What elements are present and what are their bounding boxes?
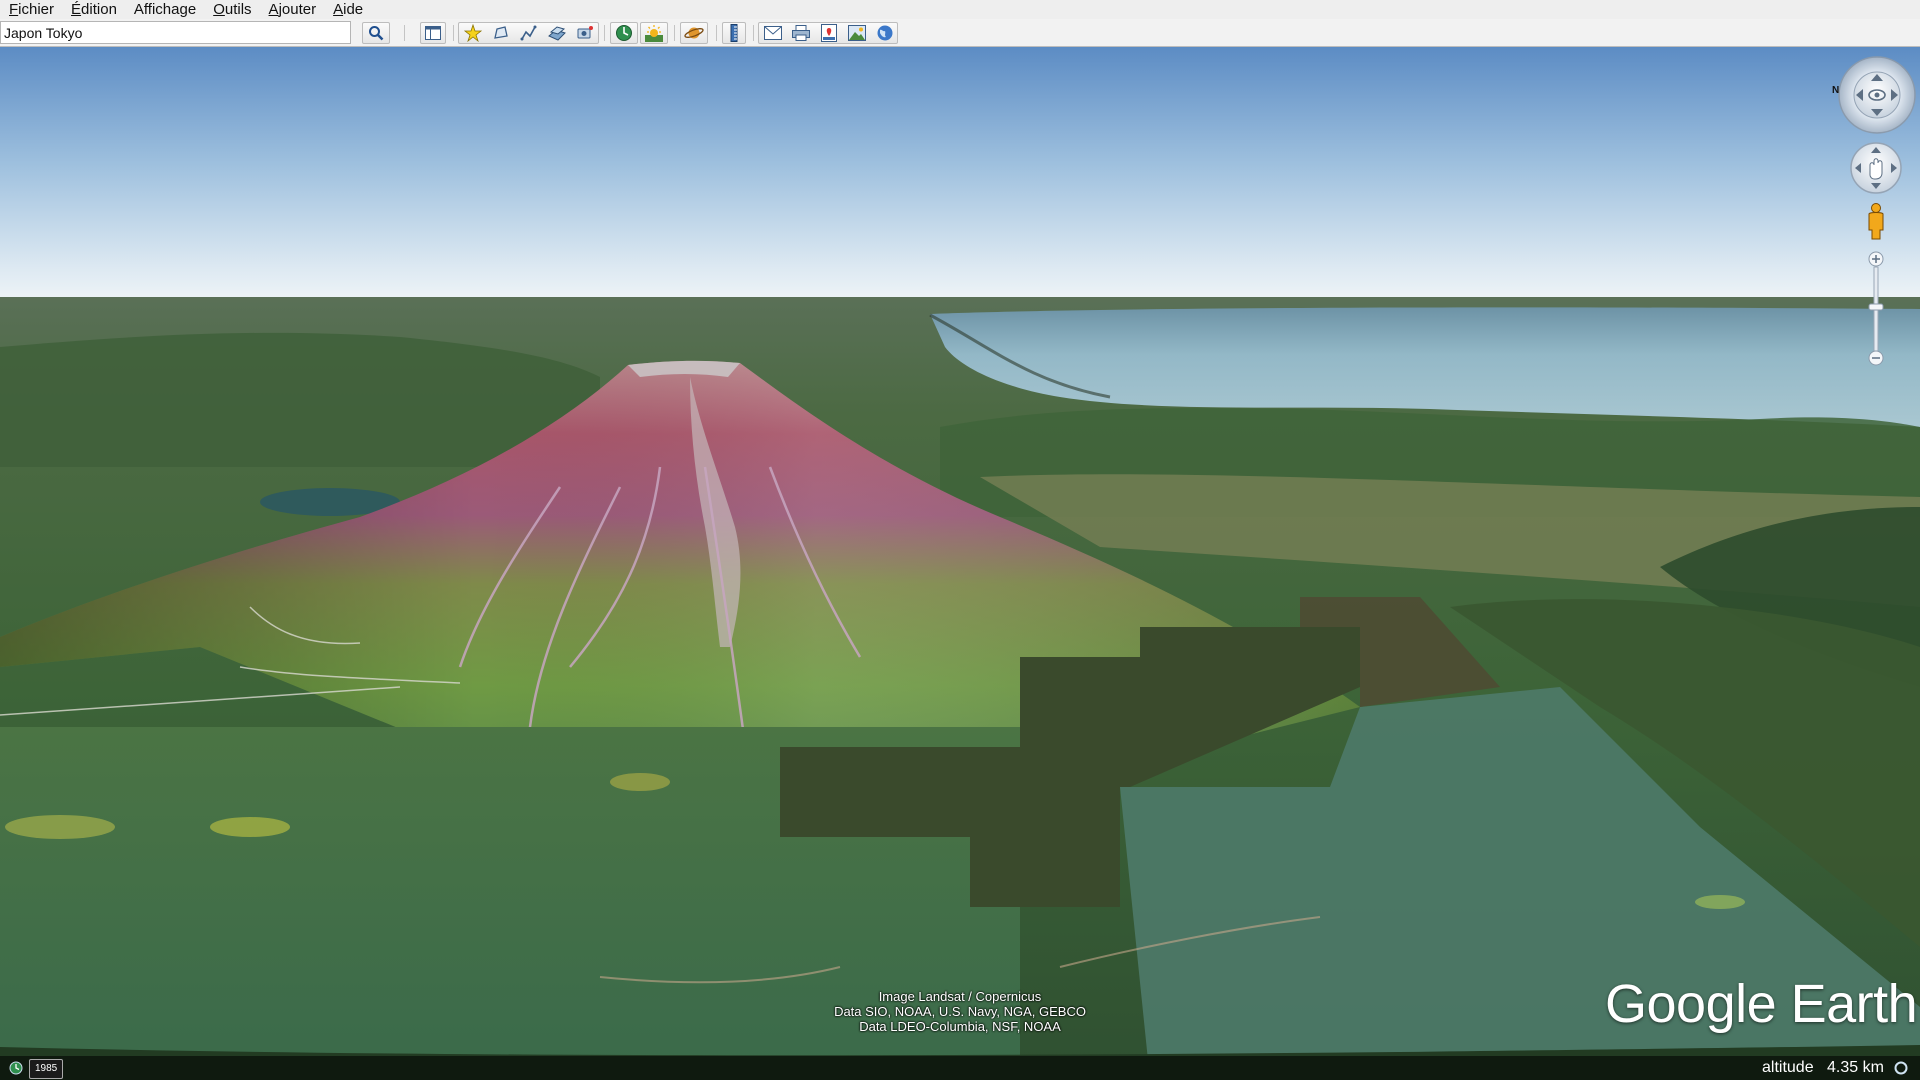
- add-polygon-button[interactable]: [489, 22, 513, 44]
- record-tour-button[interactable]: [573, 22, 597, 44]
- altitude-label: altitude: [1762, 1059, 1814, 1076]
- menu-view[interactable]: Affichage: [125, 1, 204, 18]
- image-overlay-icon: [548, 26, 566, 41]
- placemark-icon: [464, 24, 482, 42]
- polygon-icon: [494, 26, 508, 39]
- sidebar-toggle-icon: [425, 26, 441, 40]
- search-button[interactable]: [362, 22, 390, 44]
- add-path-button[interactable]: [517, 22, 541, 44]
- toolbar: [0, 19, 1920, 47]
- search-icon: [369, 26, 384, 41]
- toolbar-separator: [674, 25, 675, 41]
- menu-tools[interactable]: Outils: [204, 1, 259, 18]
- look-control[interactable]: [1838, 56, 1916, 134]
- sunlight-button[interactable]: [640, 22, 668, 44]
- altitude-value: 4.35 km: [1827, 1059, 1884, 1076]
- sidebar-toggle-button[interactable]: [420, 22, 446, 44]
- menu-add[interactable]: Ajouter: [260, 1, 325, 18]
- print-icon: [792, 25, 810, 41]
- toolbar-separator: [404, 25, 405, 41]
- historical-imagery-icon: [616, 25, 632, 41]
- earth-gallery-icon: [877, 25, 893, 41]
- menu-bar: Fichier Édition Affichage Outils Ajouter…: [0, 0, 1920, 19]
- toolbar-separator: [753, 25, 754, 41]
- earth-3d-view[interactable]: N Image Landsat / Copernicus Data SIO, N…: [0, 47, 1920, 1080]
- record-tour-icon: [577, 26, 593, 39]
- ruler-button[interactable]: [722, 22, 746, 44]
- streaming-indicator-icon: [1894, 1061, 1908, 1075]
- imagery-date-badge[interactable]: 1985: [29, 1059, 64, 1079]
- historical-imagery-status-icon[interactable]: [9, 1061, 23, 1075]
- email-button[interactable]: [761, 22, 785, 44]
- path-icon: [520, 25, 537, 41]
- add-placemark-button[interactable]: [461, 22, 485, 44]
- view-in-maps-button[interactable]: [817, 22, 841, 44]
- attribution-line: Data SIO, NOAA, U.S. Navy, NGA, GEBCO: [834, 1004, 1086, 1019]
- search-input[interactable]: [0, 21, 351, 44]
- status-bar: 1985 altitude 4.35 km: [0, 1056, 1920, 1080]
- menu-file[interactable]: Fichier: [0, 1, 62, 18]
- menu-help[interactable]: Aide: [324, 1, 371, 18]
- toolbar-separator: [453, 25, 454, 41]
- compass-north-label[interactable]: N: [1832, 85, 1839, 96]
- view-in-maps-icon: [821, 24, 837, 42]
- menu-edit[interactable]: Édition: [62, 1, 125, 18]
- sunlight-icon: [645, 25, 663, 42]
- print-button[interactable]: [789, 22, 813, 44]
- save-image-button[interactable]: [845, 22, 869, 44]
- planets-icon: [684, 27, 704, 39]
- toolbar-separator: [604, 25, 605, 41]
- email-icon: [764, 26, 782, 40]
- historical-imagery-button[interactable]: [610, 22, 638, 44]
- terrain-scene: [0, 47, 1920, 1080]
- attribution-line: Data LDEO-Columbia, NSF, NOAA: [859, 1019, 1061, 1034]
- move-control[interactable]: [1850, 142, 1902, 194]
- attribution-line: Image Landsat / Copernicus: [878, 989, 1042, 1004]
- save-image-icon: [848, 25, 866, 41]
- google-earth-logo: Google Earth: [1605, 974, 1918, 1034]
- add-image-overlay-button[interactable]: [545, 22, 569, 44]
- earth-gallery-button[interactable]: [873, 22, 897, 44]
- ruler-icon: [730, 24, 738, 42]
- planets-button[interactable]: [680, 22, 708, 44]
- toolbar-separator: [716, 25, 717, 41]
- imagery-attribution: Image Landsat / Copernicus Data SIO, NOA…: [760, 989, 1160, 1034]
